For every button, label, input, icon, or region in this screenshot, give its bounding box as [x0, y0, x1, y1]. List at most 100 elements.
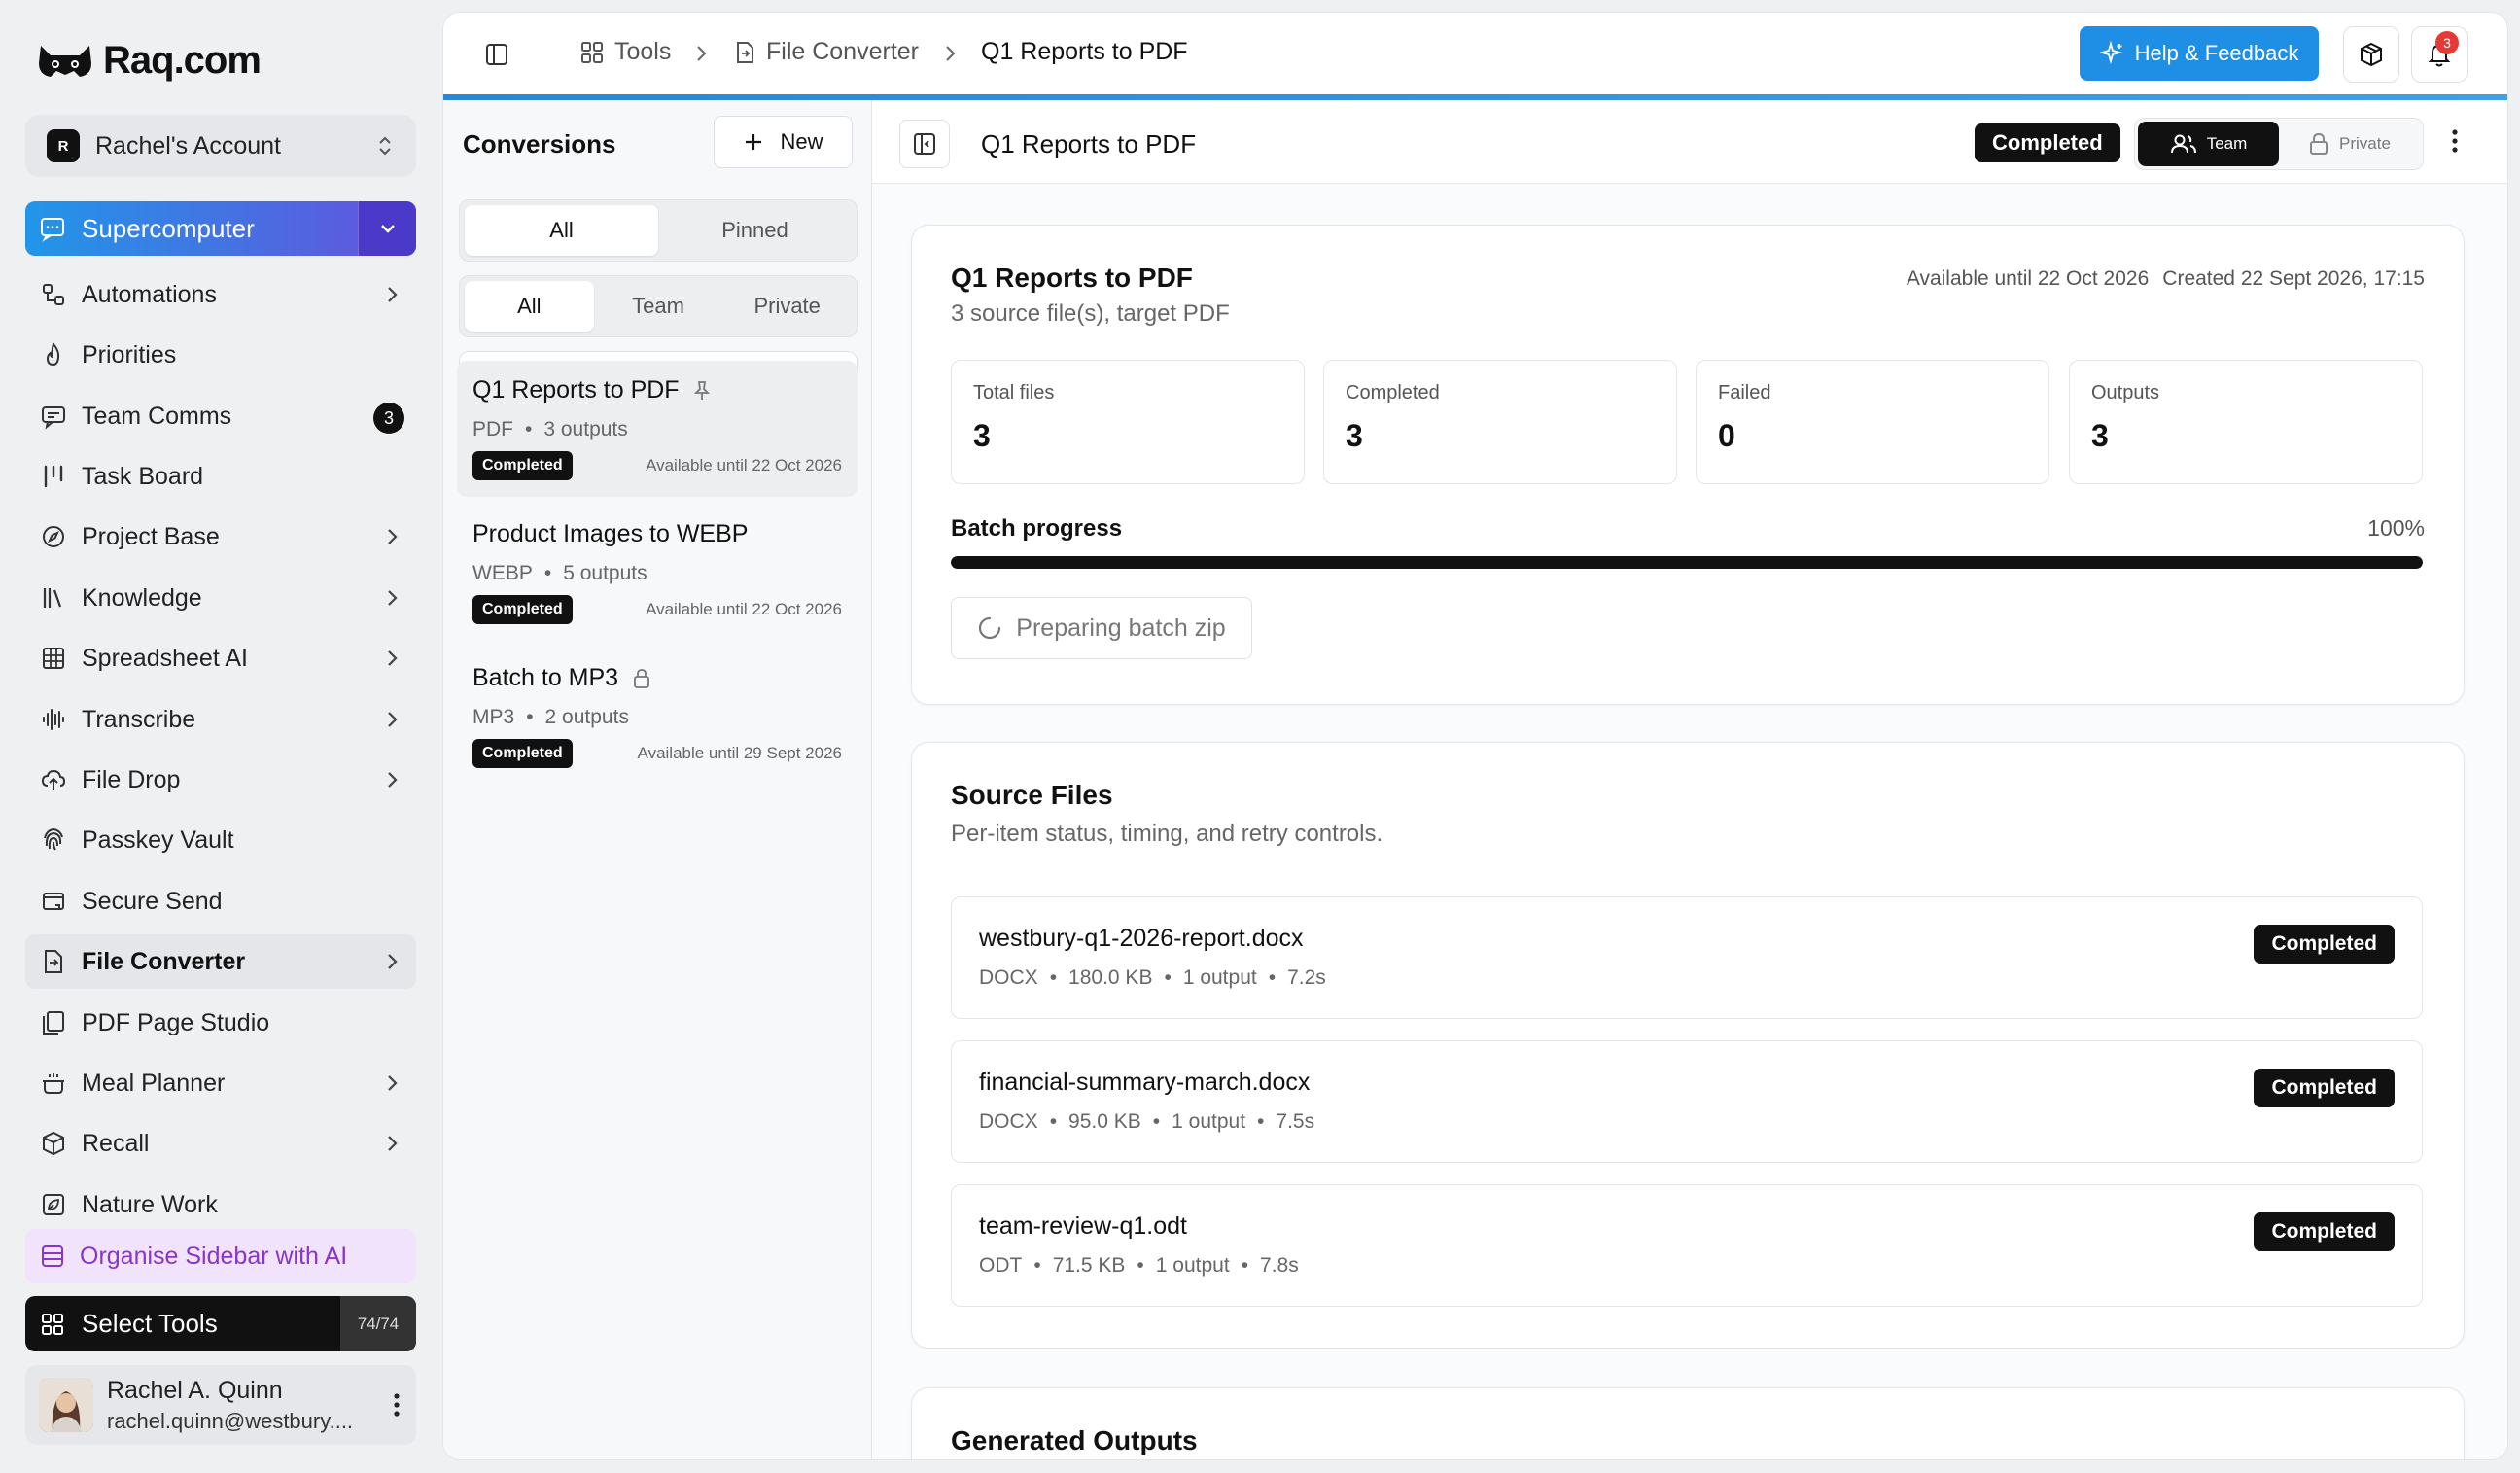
compass-icon	[39, 522, 68, 551]
organise-sidebar-button[interactable]: Organise Sidebar with AI	[25, 1229, 416, 1283]
stat-label: Total files	[973, 382, 1055, 403]
help-label: Help & Feedback	[2134, 41, 2299, 65]
stat-label: Outputs	[2091, 382, 2160, 403]
account-switcher[interactable]: R Rachel's Account	[25, 115, 416, 177]
filter-vis-all[interactable]: All	[465, 281, 594, 332]
generated-outputs-card: Generated Outputs	[911, 1387, 2465, 1459]
visibility-team[interactable]: Team	[2138, 122, 2279, 166]
new-label: New	[780, 129, 823, 154]
file-meta: DOCX • 180.0 KB • 1 output • 7.2s	[979, 966, 1326, 990]
separator-dot: •	[1152, 1110, 1161, 1133]
audio-wave-icon	[39, 705, 68, 734]
sidebar-item-knowledge[interactable]: Knowledge	[25, 571, 416, 625]
summary-title: Q1 Reports to PDF	[951, 263, 1193, 293]
breadcrumb-label: Tools	[614, 38, 672, 65]
sidebar-item-task-board[interactable]: Task Board	[25, 449, 416, 504]
sidebar-item-label: Spreadsheet AI	[82, 644, 248, 672]
filter-vis-team[interactable]: Team	[594, 281, 723, 332]
download-zip-button[interactable]: Preparing batch zip	[951, 597, 1252, 659]
file-name: team-review-q1.odt	[979, 1212, 1187, 1240]
chevron-right-icon	[694, 44, 708, 63]
conversion-item[interactable]: Batch to MP3 MP3 • 2 outputs Completed Availa…	[457, 649, 858, 785]
sidebar-item-nature-work[interactable]: Nature Work	[25, 1177, 416, 1232]
visibility-toggle: Team Private	[2134, 118, 2424, 170]
source-file-row[interactable]: team-review-q1.odt ODT • 71.5 KB • 1 output • 7…	[951, 1184, 2423, 1307]
stat-label: Completed	[1346, 382, 1440, 403]
summary-card: Q1 Reports to PDF 3 source file(s), targ…	[911, 225, 2465, 705]
brand-logo[interactable]: Raq.com	[35, 39, 262, 83]
supercomputer-dropdown[interactable]	[358, 201, 416, 256]
sidebar-item-file-converter[interactable]: File Converter	[25, 934, 416, 989]
grid-icon	[579, 40, 605, 65]
sidebar-item-passkey-vault[interactable]: Passkey Vault	[25, 813, 416, 867]
sidebar-toggle-icon[interactable]	[484, 42, 509, 67]
source-files-subtitle: Per-item status, timing, and retry contr…	[951, 821, 1383, 847]
sidebar-item-project-base[interactable]: Project Base	[25, 509, 416, 564]
select-tools-button[interactable]: Select Tools 74/74	[25, 1296, 416, 1351]
sidebar-item-pdf-page-studio[interactable]: PDF Page Studio	[25, 996, 416, 1050]
more-vertical-icon[interactable]	[393, 1392, 401, 1418]
file-convert-icon	[39, 947, 68, 976]
top-bar: Tools File Converter Q1 Reports to PDF H…	[443, 13, 2507, 96]
organise-label: Organise Sidebar with AI	[80, 1242, 348, 1270]
tools-count: 74/74	[340, 1296, 416, 1351]
sidebar-item-label: Recall	[82, 1129, 150, 1157]
pdf-pages-icon	[39, 1008, 68, 1037]
stat-failed: Failed 0	[1696, 360, 2049, 484]
sidebar-item-recall[interactable]: Recall	[25, 1116, 416, 1171]
sidebar-item-team-comms[interactable]: Team Comms 3	[25, 389, 416, 443]
raccoon-logo-icon	[35, 42, 95, 81]
breadcrumb-current: Q1 Reports to PDF	[981, 38, 1188, 66]
supercomputer-label: Supercomputer	[82, 213, 255, 243]
new-conversion-button[interactable]: New	[714, 116, 853, 168]
conversion-item[interactable]: Product Images to WEBP WEBP • 5 outputs Comp…	[457, 505, 858, 641]
separator-dot: •	[526, 706, 534, 728]
filter-pinned[interactable]: Pinned	[658, 205, 852, 256]
collapse-list-button[interactable]	[899, 120, 950, 168]
sidebar-item-automations[interactable]: Automations	[25, 267, 416, 322]
account-avatar: R	[47, 129, 80, 162]
file-size: 180.0 KB	[1068, 966, 1153, 989]
file-name: westbury-q1-2026-report.docx	[979, 925, 1304, 952]
file-meta: DOCX • 95.0 KB • 1 output • 7.5s	[979, 1110, 1314, 1134]
sidebar-item-file-drop[interactable]: File Drop	[25, 753, 416, 807]
stat-value: 3	[2091, 418, 2109, 453]
help-feedback-button[interactable]: Help & Feedback	[2080, 26, 2319, 81]
separator-dot: •	[1033, 1254, 1041, 1277]
sidebar-item-priorities[interactable]: Priorities	[25, 328, 416, 382]
package-button[interactable]	[2343, 26, 2399, 83]
more-vertical-icon[interactable]	[2451, 127, 2459, 155]
separator-dot: •	[1049, 1110, 1058, 1133]
file-outputs: 1 output	[1155, 1254, 1230, 1277]
user-profile[interactable]: Rachel A. Quinn rachel.quinn@westbury...…	[25, 1365, 416, 1445]
sidebar-item-meal-planner[interactable]: Meal Planner	[25, 1056, 416, 1110]
source-file-row[interactable]: westbury-q1-2026-report.docx DOCX • 180.0 K…	[951, 896, 2423, 1019]
users-icon	[2170, 132, 2197, 156]
filter-vis-private[interactable]: Private	[722, 281, 852, 332]
file-duration: 7.2s	[1287, 966, 1326, 989]
separator-dot: •	[1137, 1254, 1144, 1277]
chevron-right-icon	[385, 588, 399, 608]
sidebar-item-spreadsheet-ai[interactable]: Spreadsheet AI	[25, 631, 416, 685]
stat-value: 3	[1346, 418, 1363, 453]
source-files-card: Source Files Per-item status, timing, an…	[911, 742, 2465, 1349]
conversion-item[interactable]: Q1 Reports to PDF PDF • 3 outputs Completed A…	[457, 361, 858, 497]
separator-dot: •	[525, 418, 533, 440]
breadcrumb-label: File Converter	[766, 38, 919, 65]
chevron-down-icon	[380, 225, 395, 233]
summary-subtitle: 3 source file(s), target PDF	[951, 300, 1230, 327]
message-icon	[39, 402, 68, 431]
source-file-row[interactable]: financial-summary-march.docx DOCX • 95.0 KB…	[951, 1040, 2423, 1163]
supercomputer-button[interactable]: Supercomputer	[25, 201, 416, 256]
breadcrumb-tools[interactable]: Tools	[579, 38, 671, 66]
select-tools-label: Select Tools	[82, 1309, 218, 1338]
sidebar: Raq.com R Rachel's Account Supercomputer…	[0, 0, 433, 1473]
list-icon	[39, 1243, 66, 1270]
breadcrumb-file-converter[interactable]: File Converter	[733, 38, 919, 66]
visibility-private[interactable]: Private	[2279, 122, 2420, 166]
conversion-title: Product Images to WEBP	[472, 520, 749, 547]
notifications-button[interactable]: 3	[2411, 26, 2468, 83]
sidebar-item-secure-send[interactable]: Secure Send	[25, 874, 416, 929]
filter-all[interactable]: All	[465, 205, 658, 256]
sidebar-item-transcribe[interactable]: Transcribe	[25, 692, 416, 747]
